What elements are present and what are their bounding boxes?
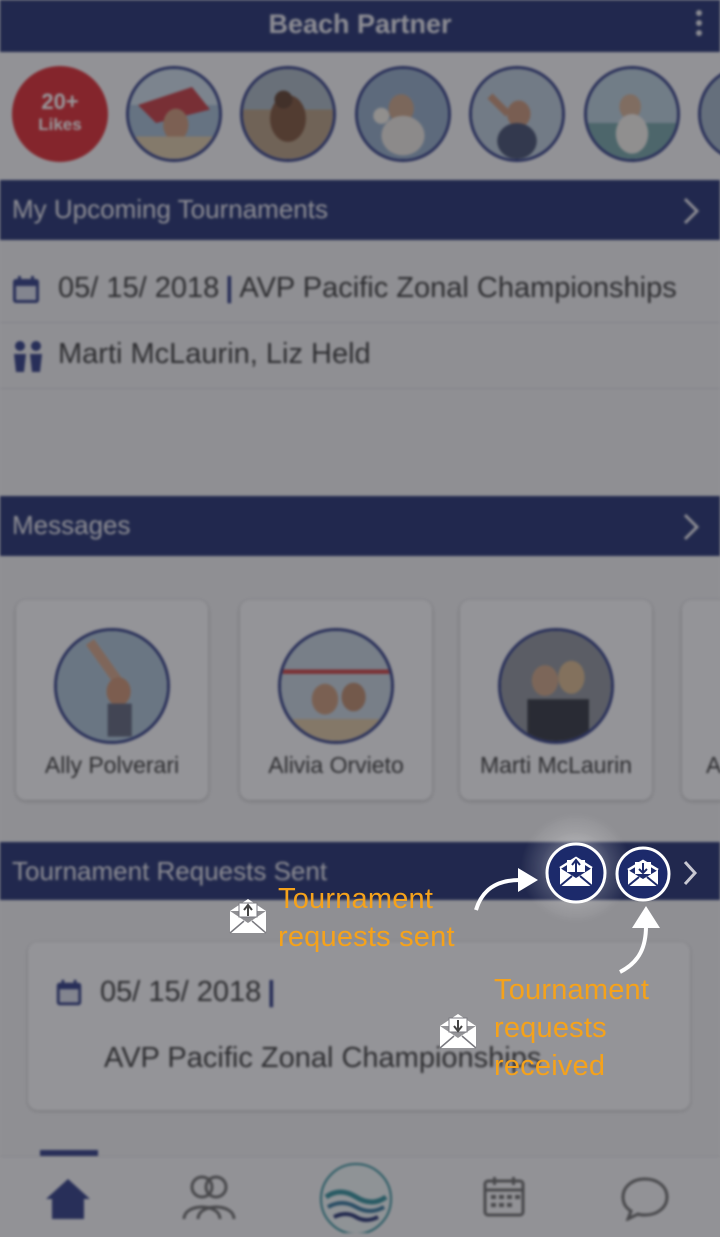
arrow-to-sent-icon [474, 868, 538, 911]
annotation-line: received [494, 1050, 606, 1082]
annotation-line: requests sent [278, 921, 455, 953]
chevron-right-icon [683, 860, 698, 886]
envelope-upload-icon [229, 899, 267, 934]
annotation-line: requests [494, 1012, 607, 1044]
envelope-download-icon [439, 1014, 477, 1049]
arrow-to-received-icon [619, 906, 660, 974]
annotation-line: Tournament [494, 974, 650, 1006]
requests-received-annotation: Tournament requests received [494, 971, 649, 1085]
requests-sent-icon[interactable] [545, 842, 607, 904]
requests-sent-annotation: Tournament requests sent [278, 880, 455, 956]
requests-received-icon[interactable] [615, 846, 671, 902]
annotation-line: Tournament [278, 883, 434, 915]
